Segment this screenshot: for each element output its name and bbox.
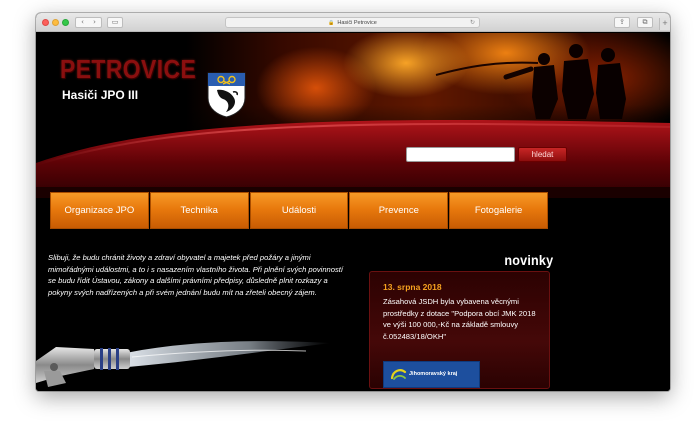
news-text: Zásahová JSDH byla vybavena věcnými pros… [383, 297, 536, 341]
nav-item-udalosti[interactable]: Události [249, 192, 349, 229]
web-page: PETROVICE Hasiči JPO III hledat Organiza… [36, 33, 670, 391]
share-icon[interactable]: ⇪ [614, 17, 630, 28]
site-subtitle: Hasiči JPO III [62, 88, 139, 102]
site-logo-text[interactable]: PETROVICE [60, 54, 196, 85]
lock-icon: 🔒 [328, 20, 335, 26]
back-icon[interactable]: ‹ [77, 18, 89, 27]
news-date[interactable]: 13. srpna 2018 [383, 282, 442, 292]
firefighter-oath-text: Slibuji, že budu chránit životy a zdraví… [48, 253, 344, 297]
header-banner: PETROVICE Hasiči JPO III hledat [36, 33, 670, 198]
nav-item-fotogalerie[interactable]: Fotogalerie [449, 192, 548, 229]
red-swoosh [36, 119, 670, 198]
minimize-window-button[interactable] [52, 19, 59, 26]
browser-titlebar: ‹ › ▭ 🔒 Hasiči Petrovice ↻ ⇪ ⧉ + [36, 13, 670, 32]
reload-icon[interactable]: ↻ [470, 18, 475, 28]
region-logo-label: Jihomoravský kraj [409, 371, 458, 377]
search-input[interactable] [406, 147, 515, 162]
tab-overview-icon[interactable]: ⧉ [637, 17, 653, 28]
fire-hose-illustration [36, 341, 331, 387]
new-tab-icon[interactable]: + [659, 18, 670, 30]
forward-icon[interactable]: › [89, 18, 101, 27]
nav-item-technika[interactable]: Technika [149, 192, 249, 229]
search-button[interactable]: hledat [518, 147, 567, 162]
maximize-window-button[interactable] [62, 19, 69, 26]
history-nav-group: ‹ › [75, 17, 102, 28]
region-sponsor-logo[interactable]: Jihomoravský kraj [383, 361, 480, 388]
region-logo-icon [391, 369, 407, 380]
address-bar[interactable]: 🔒 Hasiči Petrovice ↻ [225, 17, 480, 28]
sidebar-toggle-icon[interactable]: ▭ [107, 17, 123, 28]
address-text: Hasiči Petrovice [337, 20, 377, 26]
main-navigation: Organizace JPO Technika Události Prevenc… [50, 192, 548, 229]
news-card: 13. srpna 2018 Zásahová JSDH byla vybave… [369, 271, 550, 389]
news-heading: novinky [504, 252, 554, 268]
nav-item-prevence[interactable]: Prevence [349, 192, 449, 229]
nav-item-organizace-jpo[interactable]: Organizace JPO [50, 192, 149, 229]
browser-window: ‹ › ▭ 🔒 Hasiči Petrovice ↻ ⇪ ⧉ + PETROVI… [36, 13, 670, 391]
close-window-button[interactable] [42, 19, 49, 26]
